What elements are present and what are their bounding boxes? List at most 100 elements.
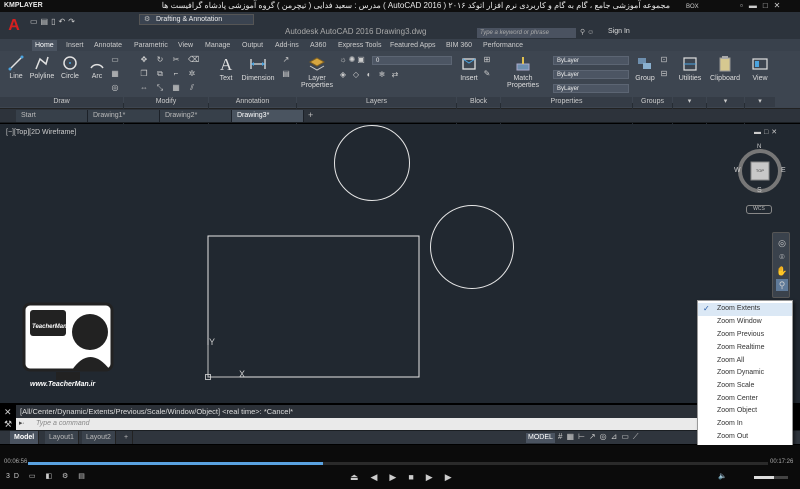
pan-icon[interactable]: ✋ (776, 265, 788, 277)
utilities-expand[interactable]: ▾ (673, 97, 706, 107)
create-block-icon[interactable]: ⊞ (483, 56, 491, 64)
viewcube-top-face[interactable]: TOP (751, 168, 769, 173)
player-titlebar[interactable]: KMPLAYER مجموعه آموزشی جامع ، گام به گام… (0, 0, 800, 12)
tab-insert[interactable]: Insert (66, 40, 84, 51)
trim-icon[interactable]: ✂ (172, 56, 180, 64)
doc-tab-drawing3[interactable]: Drawing3* (232, 110, 304, 122)
wcs-menu[interactable]: WCS (746, 205, 772, 214)
stretch-icon[interactable]: ⇔ (140, 84, 148, 92)
menu-zoom-out[interactable]: Zoom Out (698, 431, 792, 444)
compass-west[interactable]: W (734, 167, 741, 174)
layer-off-icon[interactable]: ◐ (365, 71, 373, 79)
menu-zoom-object[interactable]: Zoom Object (698, 405, 792, 418)
tab-add-ins[interactable]: Add-ins (275, 40, 299, 51)
doc-tab-drawing2[interactable]: Drawing2* (160, 110, 232, 122)
compass-south[interactable]: S (757, 187, 762, 194)
viewport-controls[interactable]: [−][Top][2D Wireframe] (6, 129, 76, 136)
draw-more-icon[interactable]: ◎ (111, 84, 119, 92)
drawing-canvas[interactable] (0, 124, 800, 403)
wrench-icon[interactable]: ⚒ (4, 419, 12, 430)
edit-block-icon[interactable]: ✎ (483, 70, 491, 78)
groups-panel-label[interactable]: Groups (633, 97, 672, 107)
steering-wheel-icon[interactable]: ◎ (776, 237, 788, 249)
array-icon[interactable]: ▦ (172, 84, 180, 92)
model-space-button[interactable]: MODEL (526, 433, 555, 443)
application-menu-button[interactable]: A (2, 16, 26, 36)
seek-bar[interactable] (28, 462, 768, 465)
search-icon[interactable]: ⚲ ☺ (580, 28, 594, 36)
compass-north[interactable]: N (757, 144, 761, 150)
table-icon[interactable]: ▤ (282, 70, 290, 78)
hatch-icon[interactable]: ▦ (111, 70, 119, 78)
menu-zoom-center[interactable]: Zoom Center (698, 393, 792, 406)
layer-iso-icon[interactable]: ◇ (352, 71, 360, 79)
group-edit-icon[interactable]: ⊟ (660, 70, 668, 78)
viewport-window-controls[interactable]: ▬□✕ (754, 128, 780, 136)
tab-express-tools[interactable]: Express Tools (338, 40, 381, 51)
layer-freeze-icon[interactable]: ❄ (378, 71, 386, 79)
tab-parametric[interactable]: Parametric (134, 40, 168, 51)
menu-zoom-dynamic[interactable]: Zoom Dynamic (698, 367, 792, 380)
tab-performance[interactable]: Performance (483, 40, 523, 51)
group-button[interactable]: Group (634, 55, 656, 82)
tab-featured-apps[interactable]: Featured Apps (390, 40, 436, 51)
doc-tab-drawing1[interactable]: Drawing1* (88, 110, 160, 122)
search-input[interactable]: Type a keyword or phrase (477, 28, 576, 38)
tab-annotate[interactable]: Annotate (94, 40, 122, 51)
menu-zoom-realtime[interactable]: Zoom Realtime (698, 342, 792, 355)
tab-a360[interactable]: A360 (310, 40, 326, 51)
rectangle-icon[interactable]: ▭ (111, 56, 119, 64)
menu-zoom-window[interactable]: Zoom Window (698, 316, 792, 329)
rotate-icon[interactable]: ↻ (156, 56, 164, 64)
volume-slider[interactable] (754, 476, 788, 479)
zoom-icon[interactable]: ⚲ (776, 279, 788, 291)
playback-buttons[interactable]: ⏏◀▶■▶▶ (350, 472, 464, 483)
match-properties-button[interactable]: Match Properties (504, 55, 542, 89)
layers-panel-label[interactable]: Layers (297, 97, 456, 107)
clipboard-expand[interactable]: ▾ (707, 97, 744, 107)
polyline-button[interactable]: Polyline (28, 55, 56, 80)
player-left-controls[interactable]: 3D ▭ ◧ ⚙ ▤ (6, 472, 89, 480)
lineweight-dropdown[interactable]: ByLayer (553, 84, 629, 93)
view-panel-button[interactable]: View (748, 55, 772, 82)
compass-east[interactable]: E (781, 167, 786, 174)
arc-button[interactable]: Arc (86, 55, 108, 80)
scale-icon[interactable]: ⤡ (156, 84, 164, 92)
mirror-icon[interactable]: ⧉ (156, 70, 164, 78)
menu-zoom-all[interactable]: Zoom All (698, 355, 792, 368)
workspace-dropdown[interactable]: ⚙ Drafting & Annotation (139, 14, 254, 25)
fillet-icon[interactable]: ⌐ (172, 70, 180, 78)
leader-icon[interactable]: ↗ (282, 56, 290, 64)
annotation-panel-label[interactable]: Annotation (209, 97, 296, 107)
status-toggles[interactable]: #▦⊢↗◎⊿▭⟋ (558, 432, 643, 442)
tab-manage[interactable]: Manage (205, 40, 230, 51)
copy-icon[interactable]: ❐ (140, 70, 148, 78)
sign-in-button[interactable]: Sign In (608, 28, 630, 35)
tab-output[interactable]: Output (242, 40, 263, 51)
orbit-icon[interactable]: ⌾ (776, 251, 788, 263)
dimension-button[interactable]: Dimension (238, 55, 278, 82)
menu-zoom-scale[interactable]: Zoom Scale (698, 380, 792, 393)
menu-zoom-extents[interactable]: ✓ Zoom Extents (698, 303, 792, 316)
line-button[interactable]: Line (5, 55, 27, 80)
layout-tab-model[interactable]: Model (10, 431, 40, 444)
command-input[interactable]: Type a command (16, 418, 698, 430)
tab-home[interactable]: Home (32, 40, 57, 51)
tab-bim-360[interactable]: BIM 360 (446, 40, 472, 51)
utilities-button[interactable]: Utilities (676, 55, 704, 82)
erase-icon[interactable]: ⌫ (188, 56, 199, 64)
speaker-icon[interactable]: 🔈 (718, 472, 727, 480)
layer-properties-button[interactable]: Layer Properties (300, 55, 334, 89)
insert-button[interactable]: Insert (459, 55, 479, 82)
text-button[interactable]: A Text (215, 55, 237, 82)
view-expand[interactable]: ▾ (745, 97, 775, 107)
new-layout-icon[interactable]: + (120, 431, 134, 444)
ungroup-icon[interactable]: ⊡ (660, 56, 668, 64)
circle-button[interactable]: Circle (59, 55, 81, 80)
new-tab-icon[interactable]: + (308, 110, 313, 120)
menu-zoom-previous[interactable]: Zoom Previous (698, 329, 792, 342)
linetype-dropdown[interactable]: ByLayer (553, 70, 629, 79)
draw-panel-label[interactable]: Draw (0, 97, 123, 107)
block-panel-label[interactable]: Block (457, 97, 500, 107)
layout-tab-layout1[interactable]: Layout1 (45, 431, 79, 444)
